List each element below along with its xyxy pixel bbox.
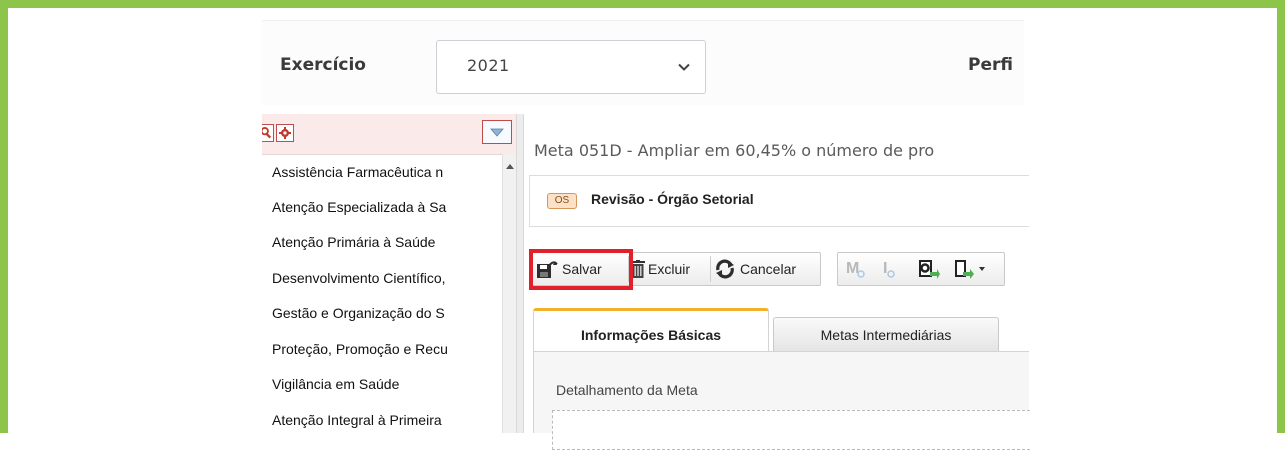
tree-scrollbar[interactable] [502, 154, 517, 433]
program-tree: Assistência Farmacêutica n Atenção Espec… [262, 154, 502, 433]
section-label: Detalhamento da Meta [556, 382, 698, 398]
tree-item[interactable]: Atenção Integral à Primeira [272, 412, 442, 428]
tab-informacoes-basicas[interactable]: Informações Básicas [533, 308, 769, 352]
delete-button[interactable]: Excluir [631, 253, 690, 285]
delete-button-label: Excluir [648, 261, 691, 277]
tree-toolbar [262, 114, 516, 155]
caret-down-icon [979, 267, 985, 271]
save-button-highlight [529, 249, 633, 290]
query-button[interactable] [918, 253, 940, 285]
detalhamento-field[interactable] [552, 410, 1030, 450]
perfil-label: Perfi [968, 55, 1013, 75]
status-panel: OS Revisão - Órgão Setorial [529, 175, 1029, 227]
meta-title: Meta 051D - Ampliar em 60,45% o número d… [534, 141, 935, 160]
document-export-icon [955, 260, 974, 279]
tabs-container: Metas Intermediárias Informações Básicas… [529, 305, 1030, 450]
tree-filter-dropdown-button[interactable] [482, 120, 512, 144]
trash-icon [631, 260, 645, 278]
triangle-down-icon [490, 128, 504, 137]
tab-content-panel: Detalhamento da Meta [533, 351, 1030, 450]
scroll-up-arrow-icon[interactable] [506, 164, 514, 169]
tree-item[interactable]: Proteção, Promoção e Recu [272, 341, 448, 357]
document-query-icon [919, 260, 940, 279]
toolbar-extra-group: M I [837, 252, 1005, 286]
toolbar-divider [710, 256, 711, 282]
search-icon[interactable] [262, 124, 274, 142]
m-button[interactable]: M [846, 253, 866, 285]
blank-area [1037, 16, 1277, 433]
cancel-button[interactable]: Cancelar [714, 253, 796, 285]
chevron-down-icon [678, 63, 690, 71]
small-circle-icon [887, 270, 896, 278]
tree-item[interactable]: Atenção Especializada à Sa [272, 199, 446, 215]
tree-item[interactable]: Atenção Primária à Saúde [272, 234, 435, 250]
tree-item[interactable]: Desenvolvimento Científico, [272, 270, 446, 286]
status-badge: OS [547, 193, 577, 209]
gear-icon[interactable] [276, 124, 294, 142]
tree-item[interactable]: Vigilância em Saúde [272, 376, 399, 392]
small-circle-icon [857, 270, 866, 278]
tree-item[interactable]: Assistência Farmacêutica n [272, 164, 443, 180]
i-button[interactable]: I [883, 253, 896, 285]
cancel-button-label: Cancelar [740, 261, 797, 277]
panel-splitter[interactable] [516, 114, 524, 433]
tab-label: Metas Intermediárias [820, 327, 952, 343]
year-select-value: 2021 [467, 56, 510, 75]
tab-label: Informações Básicas [580, 327, 722, 343]
status-text: Revisão - Órgão Setorial [591, 191, 754, 207]
export-dropdown-button[interactable] [954, 253, 986, 285]
tree-item[interactable]: Gestão e Organização do S [272, 305, 445, 321]
refresh-icon [716, 259, 734, 279]
tab-metas-intermediarias[interactable]: Metas Intermediárias [773, 317, 999, 352]
year-select[interactable]: 2021 [436, 40, 706, 94]
exercicio-label: Exercício [280, 55, 366, 75]
